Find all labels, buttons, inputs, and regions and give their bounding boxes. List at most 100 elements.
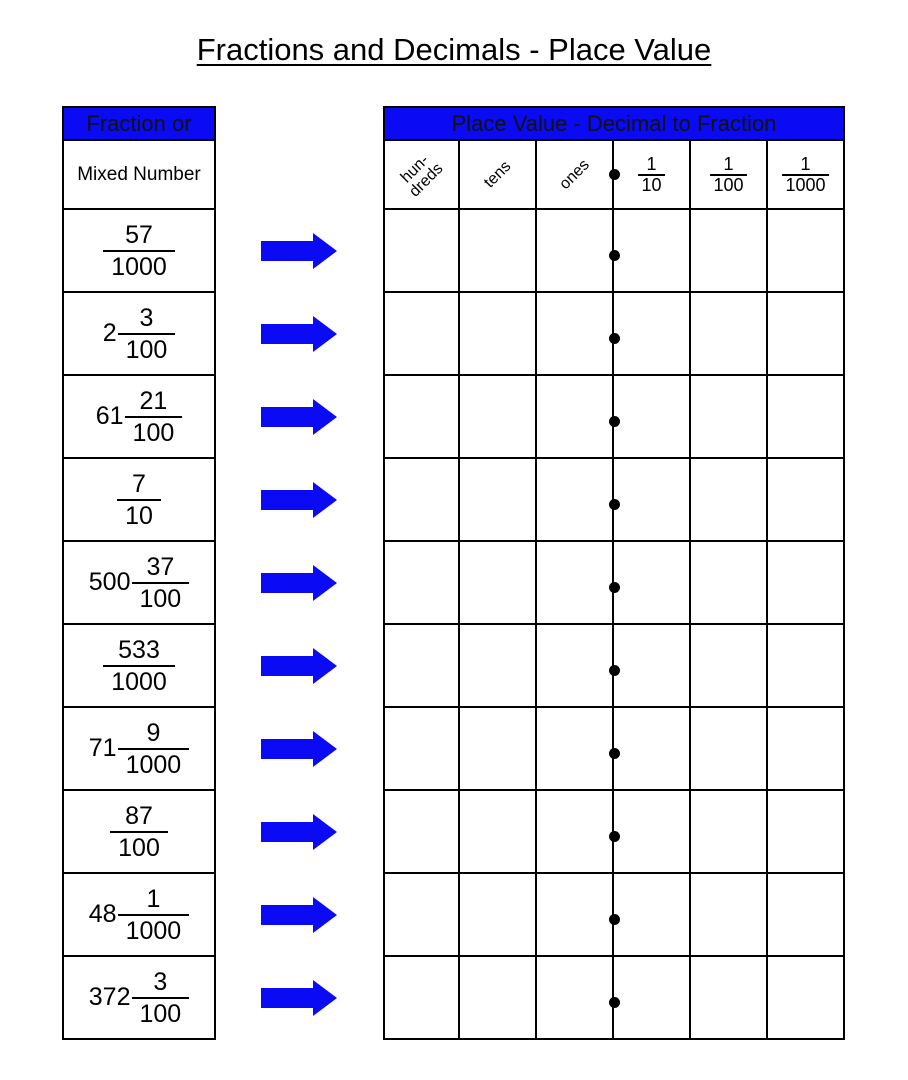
answer-cell[interactable] bbox=[691, 293, 768, 376]
answer-cell[interactable] bbox=[460, 625, 537, 708]
answer-cell[interactable] bbox=[768, 791, 845, 874]
answer-cell[interactable] bbox=[614, 210, 691, 293]
place-value-table: Place Value - Decimal to Fraction hun-dr… bbox=[383, 106, 845, 1040]
answer-cell[interactable] bbox=[537, 459, 614, 542]
denominator: 1000 bbox=[103, 664, 175, 697]
answer-cell[interactable] bbox=[691, 708, 768, 791]
answer-cell[interactable] bbox=[537, 957, 614, 1040]
answer-cell[interactable] bbox=[537, 210, 614, 293]
answer-cell[interactable] bbox=[460, 874, 537, 957]
decimal-point-dot bbox=[609, 416, 620, 427]
answer-cell[interactable] bbox=[614, 542, 691, 625]
fraction: 87 100 bbox=[110, 801, 168, 863]
answer-cell[interactable] bbox=[691, 791, 768, 874]
fraction-row: 7 10 bbox=[62, 459, 216, 542]
fraction-row: 372 3 100 bbox=[62, 957, 216, 1040]
answer-cell[interactable] bbox=[691, 874, 768, 957]
answer-cell[interactable] bbox=[614, 625, 691, 708]
answer-cell[interactable] bbox=[614, 708, 691, 791]
fraction: 21 100 bbox=[124, 386, 183, 448]
fraction: 9 1000 bbox=[117, 718, 190, 780]
answer-cell[interactable] bbox=[383, 957, 460, 1040]
fraction-table-subheader: Mixed Number bbox=[62, 141, 216, 210]
answer-cell[interactable] bbox=[537, 874, 614, 957]
answer-cell[interactable] bbox=[614, 874, 691, 957]
column-header: ones bbox=[537, 141, 614, 210]
decimal-point-dot bbox=[609, 333, 620, 344]
answer-cell[interactable] bbox=[383, 542, 460, 625]
column-label: hun-dreds bbox=[397, 151, 446, 200]
numerator: 57 bbox=[125, 220, 153, 249]
right-arrow-icon bbox=[261, 565, 337, 601]
decimal-point-dot bbox=[609, 748, 620, 759]
right-arrow-icon bbox=[261, 980, 337, 1016]
answer-cell[interactable] bbox=[537, 625, 614, 708]
column-header: tens bbox=[460, 141, 537, 210]
answer-cell[interactable] bbox=[614, 957, 691, 1040]
answer-cell[interactable] bbox=[460, 791, 537, 874]
fraction-table: Fraction or Mixed Number 57 1000 2 3 100 61 21… bbox=[62, 106, 216, 1040]
fraction-row: 71 9 1000 bbox=[62, 708, 216, 791]
answer-cell[interactable] bbox=[383, 293, 460, 376]
answer-cell[interactable] bbox=[383, 874, 460, 957]
answer-cell[interactable] bbox=[768, 542, 845, 625]
answer-cell[interactable] bbox=[537, 293, 614, 376]
decimal-point-dot bbox=[609, 665, 620, 676]
numerator: 9 bbox=[146, 718, 161, 747]
answer-cell[interactable] bbox=[691, 459, 768, 542]
answer-cell[interactable] bbox=[460, 957, 537, 1040]
answer-cell[interactable] bbox=[383, 459, 460, 542]
answer-cell[interactable] bbox=[691, 957, 768, 1040]
answer-cell[interactable] bbox=[383, 708, 460, 791]
answer-cell[interactable] bbox=[383, 625, 460, 708]
right-arrow-icon bbox=[261, 233, 337, 269]
fraction: 1 1000 bbox=[117, 884, 190, 946]
answer-cell[interactable] bbox=[768, 625, 845, 708]
answer-cell[interactable] bbox=[768, 376, 845, 459]
answer-cell[interactable] bbox=[537, 542, 614, 625]
answer-cell[interactable] bbox=[460, 210, 537, 293]
answer-cell[interactable] bbox=[691, 542, 768, 625]
answer-cell[interactable] bbox=[768, 210, 845, 293]
answer-cell[interactable] bbox=[383, 210, 460, 293]
answer-cell[interactable] bbox=[537, 376, 614, 459]
numerator: 1 bbox=[146, 884, 161, 913]
answer-cell[interactable] bbox=[537, 791, 614, 874]
denominator: 100 bbox=[131, 996, 190, 1029]
answer-cell[interactable] bbox=[614, 376, 691, 459]
answer-cell[interactable] bbox=[383, 376, 460, 459]
denominator: 1000 bbox=[117, 913, 190, 946]
decimal-point-dot bbox=[609, 831, 620, 842]
answer-cell[interactable] bbox=[768, 874, 845, 957]
answer-cell[interactable] bbox=[614, 791, 691, 874]
answer-cell[interactable] bbox=[691, 376, 768, 459]
answer-cell[interactable] bbox=[460, 376, 537, 459]
fraction-row: 2 3 100 bbox=[62, 293, 216, 376]
answer-cell[interactable] bbox=[768, 459, 845, 542]
column-fraction: 1 100 bbox=[710, 154, 747, 195]
column-label: ones bbox=[555, 155, 593, 193]
column-fraction: 1 10 bbox=[638, 153, 665, 195]
denominator: 100 bbox=[131, 581, 190, 614]
numerator: 1 bbox=[646, 153, 657, 174]
answer-cell[interactable] bbox=[768, 957, 845, 1040]
answer-cell[interactable] bbox=[614, 459, 691, 542]
whole-number: 2 bbox=[102, 319, 117, 347]
numerator: 37 bbox=[146, 552, 175, 581]
answer-cell[interactable] bbox=[383, 791, 460, 874]
numerator: 3 bbox=[153, 967, 168, 996]
answer-cell[interactable] bbox=[537, 708, 614, 791]
answer-cell[interactable] bbox=[460, 459, 537, 542]
answer-cell[interactable] bbox=[691, 625, 768, 708]
answer-cell[interactable] bbox=[460, 708, 537, 791]
answer-cell[interactable] bbox=[768, 293, 845, 376]
answer-cell[interactable] bbox=[614, 293, 691, 376]
answer-cell[interactable] bbox=[460, 542, 537, 625]
fraction: 57 1000 bbox=[103, 220, 175, 282]
column-header: 1 100 bbox=[691, 141, 768, 210]
answer-cell[interactable] bbox=[460, 293, 537, 376]
fraction-row: 61 21 100 bbox=[62, 376, 216, 459]
answer-cell[interactable] bbox=[768, 708, 845, 791]
denominator: 1000 bbox=[782, 173, 829, 195]
answer-cell[interactable] bbox=[691, 210, 768, 293]
